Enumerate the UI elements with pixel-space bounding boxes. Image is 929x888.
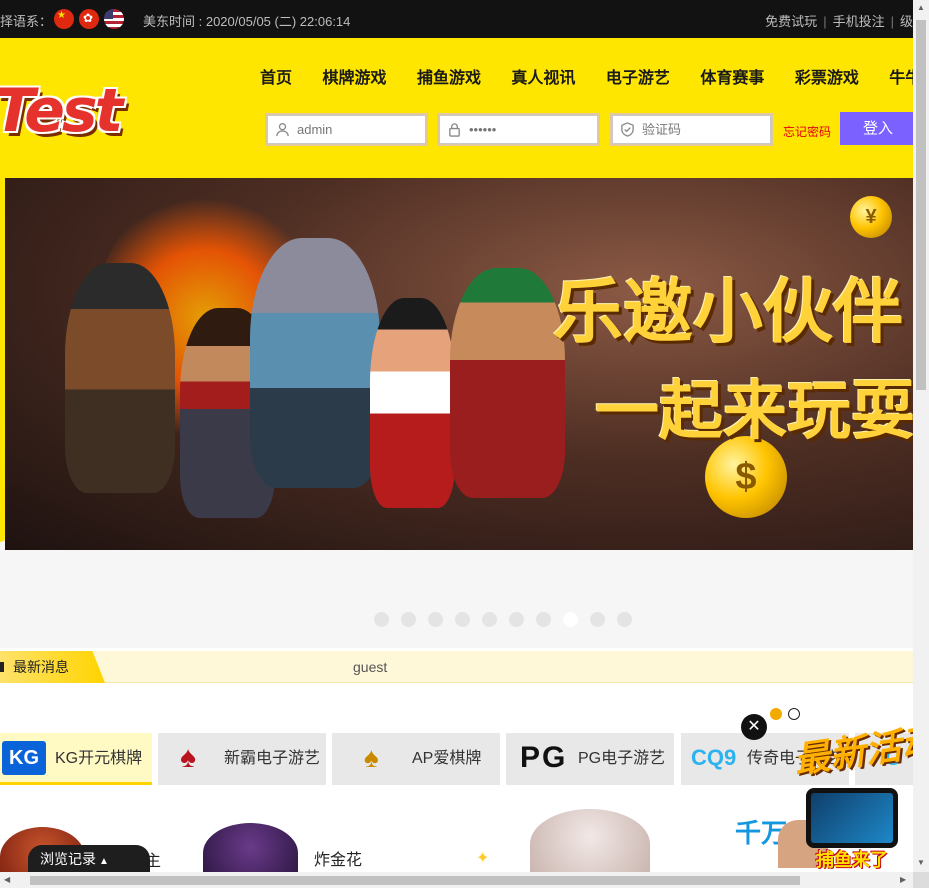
provider-tabs: KG KG开元棋牌 ♠ 新霸电子游艺 ♠ AP爱棋牌 PG PG电子游艺 CQ9… [0, 733, 913, 787]
mobile-bet-link[interactable]: 手机投注 [833, 14, 885, 29]
carousel-dot[interactable] [590, 612, 605, 627]
scroll-down-arrow-icon[interactable]: ▼ [917, 858, 925, 867]
horizontal-scroll-thumb[interactable] [30, 876, 800, 885]
user-icon [276, 123, 289, 137]
carousel-dot[interactable] [455, 612, 470, 627]
close-icon[interactable]: ✕ [741, 714, 767, 740]
provider-tab-pg[interactable]: PG PG电子游艺 [506, 733, 674, 785]
username-value: admin [297, 122, 333, 137]
carousel-dot[interactable] [509, 612, 524, 627]
eastern-time-display: 美东时间 : 2020/05/05 (二) 22:06:14 [143, 14, 351, 29]
password-value: •••••• [469, 122, 497, 137]
carousel-dot[interactable] [401, 612, 416, 627]
nav-lottery[interactable]: 彩票游戏 [795, 70, 859, 87]
banner-slide[interactable]: ¥ $ 乐邀小伙伴 一起来玩耍 [5, 178, 913, 550]
provider-tab-ap[interactable]: ♠ AP爱棋牌 [332, 733, 500, 785]
link-separator: | [823, 14, 827, 29]
us-flag-icon[interactable] [104, 9, 124, 29]
scrollbar-corner [913, 872, 929, 888]
nav-live-casino[interactable]: 真人视讯 [511, 70, 575, 87]
nav-card-games[interactable]: 棋牌游戏 [322, 70, 386, 87]
main-nav: 首页 棋牌游戏 捕鱼游戏 真人视讯 电子游艺 体育赛事 彩票游戏 牛牛游戏 [260, 64, 913, 88]
site-logo[interactable]: Test [0, 76, 123, 146]
free-trial-link[interactable]: 免费试玩 [765, 14, 817, 29]
carousel-dot[interactable] [482, 612, 497, 627]
nav-slots[interactable]: 电子游艺 [606, 70, 670, 87]
browse-history-button[interactable]: 浏览记录 ▲ [28, 845, 150, 873]
fishing-promo-subtitle[interactable]: 捕鱼来了 [816, 846, 888, 872]
pirate-captain-character [65, 263, 175, 493]
chevron-up-icon: ▲ [99, 856, 109, 867]
vertical-scrollbar[interactable]: ▲ ▼ [913, 0, 929, 872]
username-field[interactable]: admin [265, 113, 428, 146]
carousel-dot[interactable] [536, 612, 551, 627]
diver-robot-character [250, 238, 380, 488]
vertical-scroll-thumb[interactable] [916, 20, 926, 390]
mohawk-warrior-character [450, 268, 565, 498]
provider-label: PG电子游艺 [578, 750, 666, 767]
nav-home[interactable]: 首页 [260, 70, 292, 87]
pg-logo-icon: PG [520, 741, 568, 774]
cq9-logo-icon: CQ9 [691, 745, 737, 770]
game-thumbnail[interactable] [203, 823, 298, 872]
site-header: Test 首页 棋牌游戏 捕鱼游戏 真人视讯 电子游艺 体育赛事 彩票游戏 牛牛… [0, 38, 913, 178]
login-button[interactable]: 登入 [840, 112, 913, 145]
kg-logo-icon: KG [2, 741, 46, 775]
nav-sports[interactable]: 体育赛事 [700, 70, 764, 87]
nav-fishing[interactable]: 捕鱼游戏 [417, 70, 481, 87]
sparkle-icon: ✦ [476, 850, 490, 867]
provider-tab-xinba[interactable]: ♠ 新霸电子游艺 [158, 733, 326, 785]
horizontal-scrollbar[interactable]: ◀ ▶ [0, 872, 913, 888]
captcha-placeholder: 验证码 [642, 122, 682, 137]
carousel-dot[interactable] [374, 612, 389, 627]
news-text[interactable]: guest [353, 659, 387, 675]
pirate-girl-character [370, 298, 455, 508]
top-link-truncated[interactable]: 级 [900, 14, 913, 29]
carousel-dot[interactable] [428, 612, 443, 627]
game-thumbnail[interactable] [530, 809, 650, 872]
password-field[interactable]: •••••• [437, 113, 600, 146]
top-links: 免费试玩 | 手机投注 | 级 [765, 11, 913, 30]
top-bar: 择语系： 美东时间 : 2020/05/05 (二) 22:06:14 免费试玩… [0, 0, 913, 38]
cn-flag-icon[interactable] [54, 9, 74, 29]
link-separator: | [890, 14, 894, 29]
news-tab: 最新消息 [0, 651, 105, 683]
carousel-dot[interactable] [563, 612, 578, 627]
carousel-dots [374, 612, 644, 632]
provider-tab-kg[interactable]: KG KG开元棋牌 [0, 733, 152, 785]
shield-icon [621, 122, 634, 137]
provider-label: 新霸电子游艺 [224, 750, 321, 767]
banner-title-line1: 乐邀小伙伴 [553, 271, 903, 353]
promo-dot-1[interactable] [770, 708, 782, 720]
yuan-coin-icon: ¥ [850, 196, 892, 238]
promo-dot-2[interactable] [788, 708, 800, 720]
lock-icon [449, 123, 460, 137]
ap-spade-logo-icon: ♠ [364, 742, 379, 773]
language-label: 择语系： [0, 14, 53, 29]
banner-title-line2: 一起来玩耍 [595, 375, 913, 449]
provider-label: AP爱棋牌 [412, 750, 482, 767]
hk-flag-icon[interactable] [79, 9, 99, 29]
scroll-up-arrow-icon[interactable]: ▲ [917, 3, 925, 12]
nav-niuniu[interactable]: 牛牛游戏 [889, 70, 913, 87]
game-name[interactable]: 炸金花 [314, 846, 362, 870]
forgot-password-link[interactable]: 忘记密码 [783, 123, 831, 140]
scroll-left-arrow-icon[interactable]: ◀ [4, 875, 10, 884]
news-ticker: 最新消息 guest [0, 651, 913, 683]
phone-illustration[interactable] [806, 788, 898, 848]
captcha-field[interactable]: 验证码 [610, 113, 773, 146]
hero-carousel: ¥ $ 乐邀小伙伴 一起来玩耍 [0, 178, 913, 648]
news-label: 最新消息 [13, 659, 69, 675]
carousel-dot[interactable] [617, 612, 632, 627]
spade-logo-icon: ♠ [180, 741, 196, 774]
history-label: 浏览记录 [40, 851, 96, 867]
speaker-icon [0, 662, 9, 672]
scroll-right-arrow-icon[interactable]: ▶ [900, 875, 906, 884]
provider-label: KG开元棋牌 [55, 750, 143, 767]
